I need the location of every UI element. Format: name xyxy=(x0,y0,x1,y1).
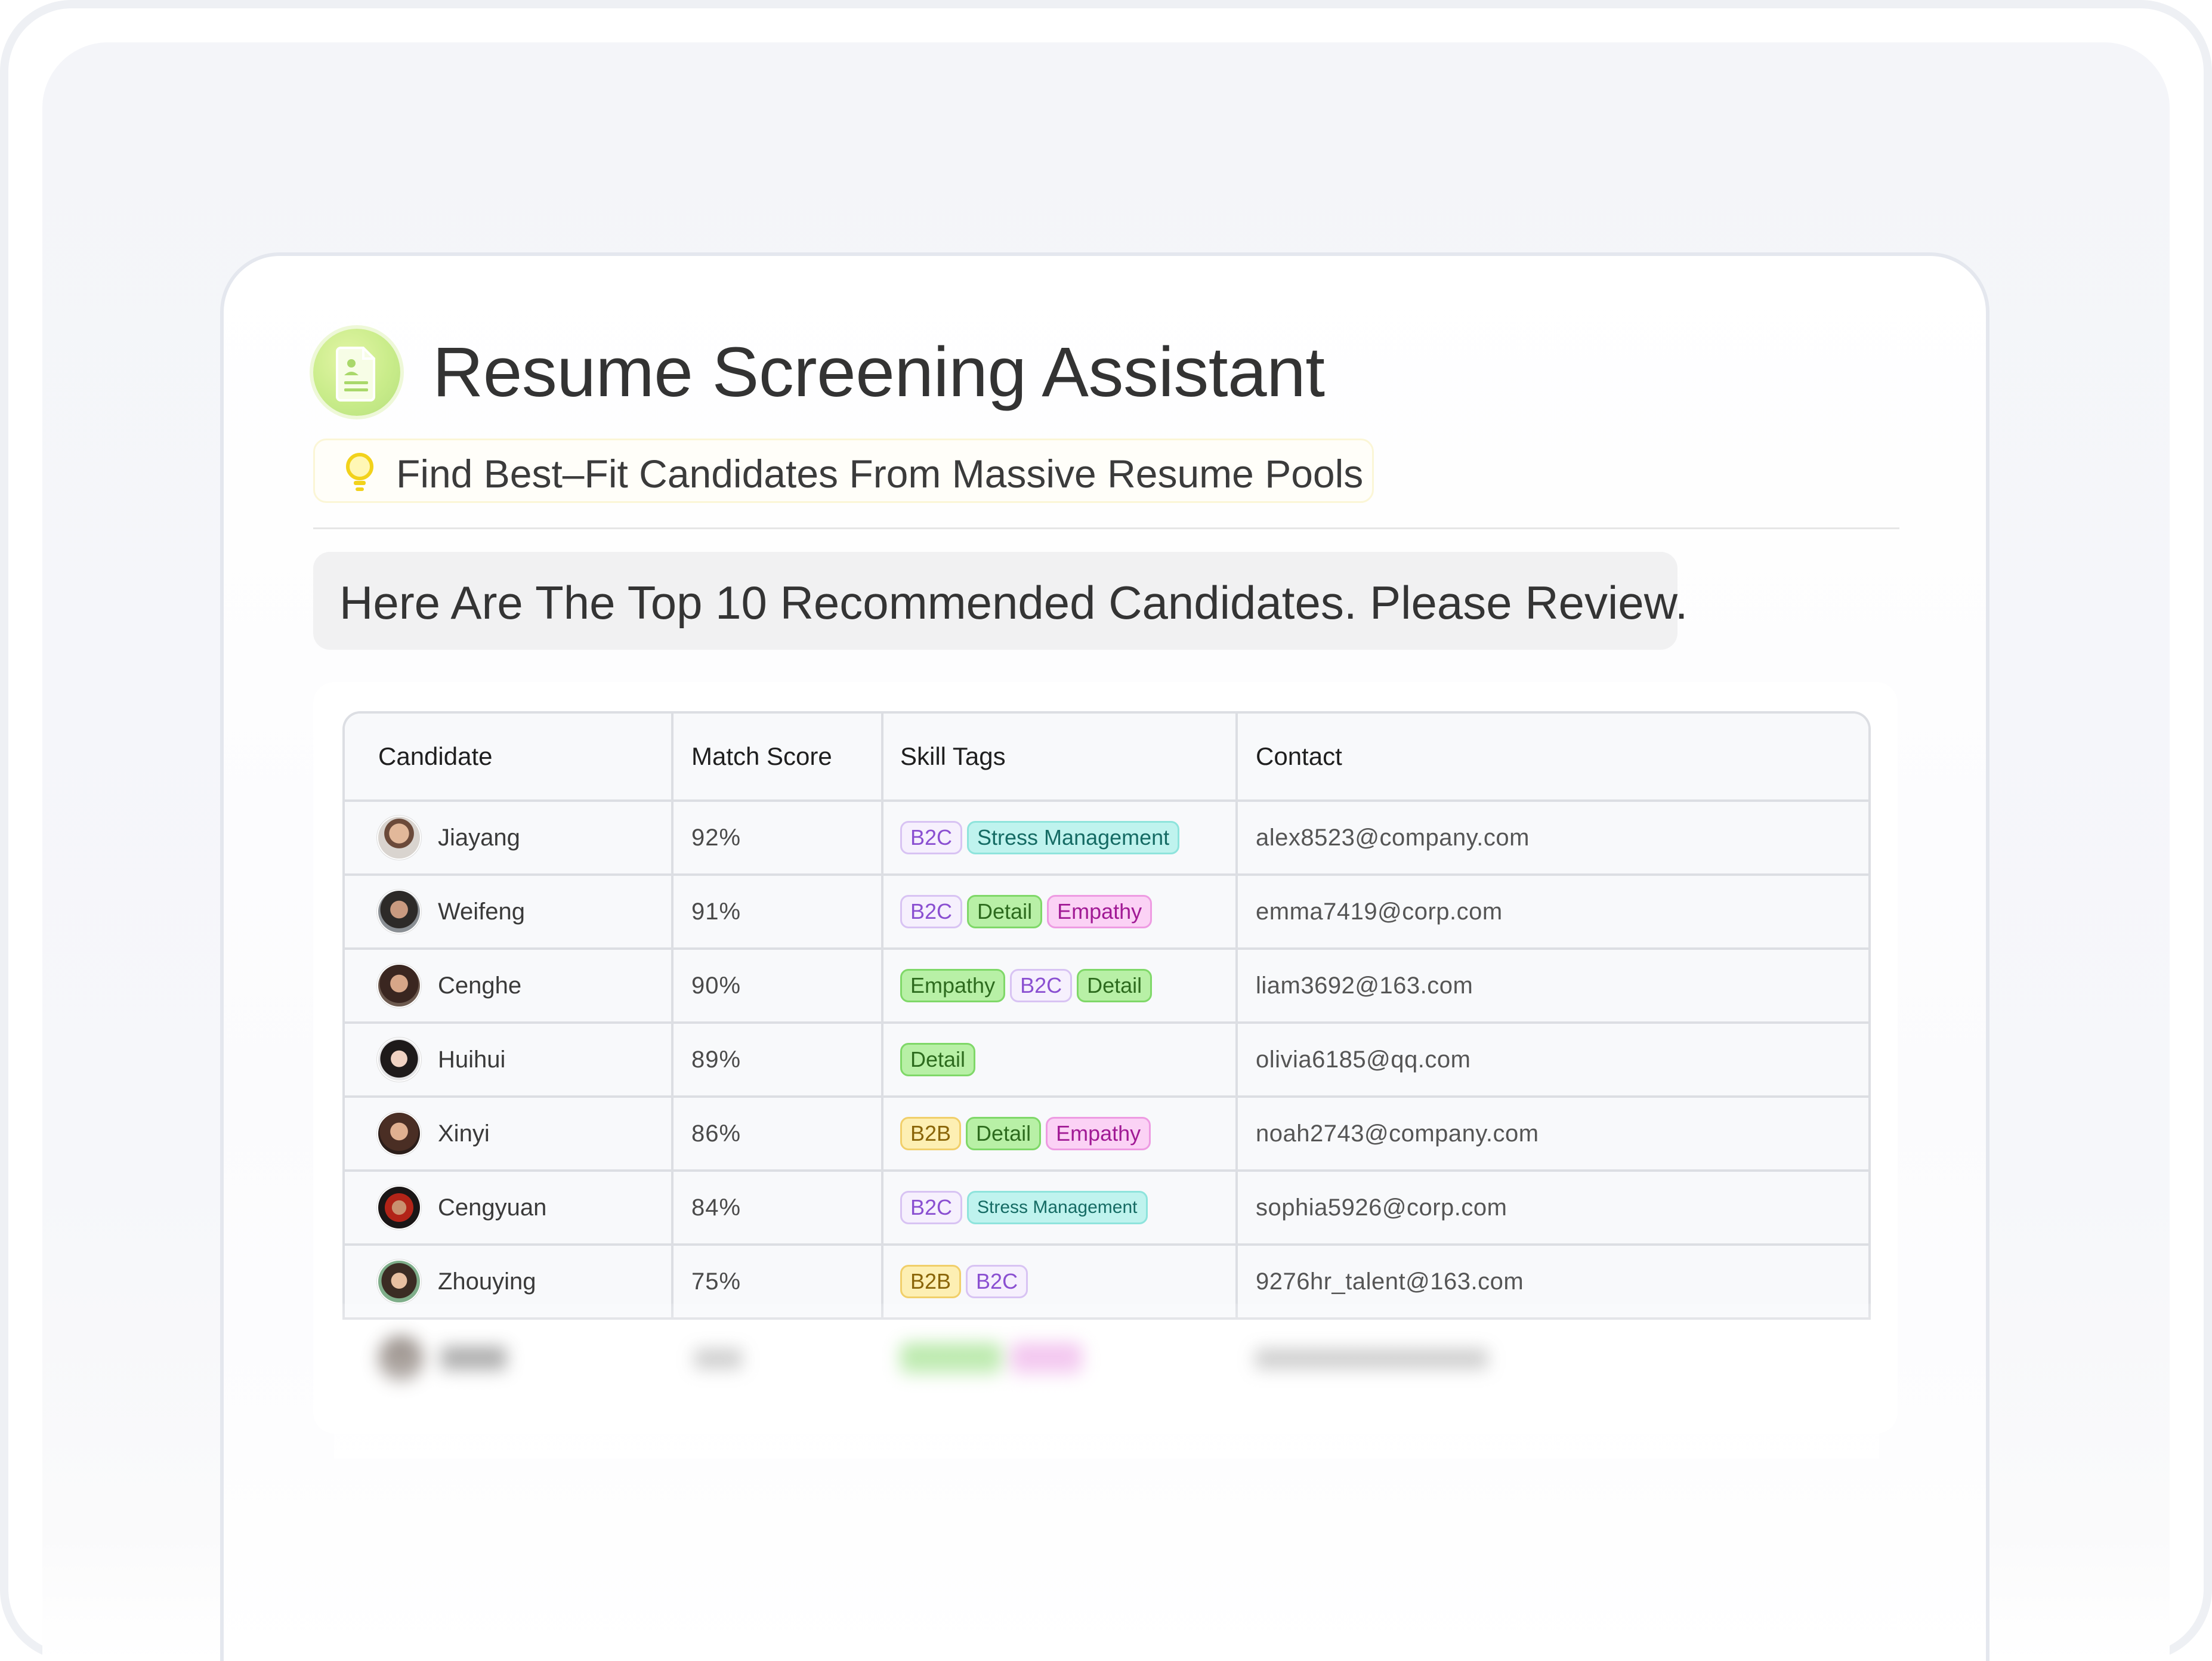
skill-tag: B2C xyxy=(900,821,963,854)
skill-tags: B2C Stress Management xyxy=(883,1172,1238,1243)
candidate-cell: Jiayang xyxy=(345,802,674,873)
avatar xyxy=(378,1113,420,1154)
avatar xyxy=(378,1039,420,1080)
skill-tag: B2C xyxy=(966,1265,1028,1298)
column-header-candidate[interactable]: Candidate xyxy=(345,714,674,799)
candidate-name[interactable]: Huihui xyxy=(438,1046,505,1073)
skill-tag: Detail xyxy=(1077,969,1153,1002)
candidate-name[interactable]: Zhouying xyxy=(438,1268,536,1295)
candidate-name[interactable]: Cengyuan xyxy=(438,1194,546,1221)
skill-tag: Detail xyxy=(900,1043,976,1076)
table-row[interactable]: Cenghe 90% Empathy B2C Detail liam3692@1… xyxy=(345,950,1868,1024)
candidate-cell: Xinyi xyxy=(345,1098,674,1169)
skill-tag: Empathy xyxy=(1046,1117,1151,1150)
lightbulb-icon xyxy=(340,451,379,494)
candidate-name[interactable]: Xinyi xyxy=(438,1120,490,1147)
contact-email[interactable]: olivia6185@qq.com xyxy=(1238,1024,1868,1095)
match-score: 91% xyxy=(674,876,883,947)
contact-email[interactable]: liam3692@163.com xyxy=(1238,950,1868,1021)
candidate-cell: Huihui xyxy=(345,1024,674,1095)
assistant-message-text: Here Are The Top 10 Recommended Candidat… xyxy=(339,576,1688,629)
contact-email[interactable]: noah2743@company.com xyxy=(1238,1098,1868,1169)
avatar xyxy=(378,1187,420,1228)
candidate-name[interactable]: Jiayang xyxy=(438,825,520,851)
skill-tags: Empathy B2C Detail xyxy=(883,950,1238,1021)
fade-overlay xyxy=(334,1304,1879,1459)
skill-tag: Stress Management xyxy=(967,1191,1148,1224)
skill-tags: Detail xyxy=(883,1024,1238,1095)
skill-tag: Stress Management xyxy=(967,821,1180,854)
candidate-cell: Cenghe xyxy=(345,950,674,1021)
skill-tag: B2C xyxy=(900,895,963,928)
avatar xyxy=(378,817,420,859)
table-row[interactable]: Weifeng 91% B2C Detail Empathy emma7419@… xyxy=(345,876,1868,950)
candidates-table: Candidate Match Score Skill Tags Contact… xyxy=(342,711,1871,1320)
skill-tag: B2C xyxy=(900,1191,963,1224)
match-score: 89% xyxy=(674,1024,883,1095)
skill-tag: Empathy xyxy=(900,969,1006,1002)
table-row[interactable]: Cengyuan 84% B2C Stress Management sophi… xyxy=(345,1172,1868,1246)
match-score: 90% xyxy=(674,950,883,1021)
divider xyxy=(313,527,1899,529)
subtitle-banner: Find Best–Fit Candidates From Massive Re… xyxy=(313,439,1374,503)
match-score: 92% xyxy=(674,802,883,873)
table-row[interactable]: Huihui 89% Detail olivia6185@qq.com xyxy=(345,1024,1868,1098)
avatar xyxy=(378,1261,420,1302)
skill-tag: Detail xyxy=(966,1117,1042,1150)
subtitle-text: Find Best–Fit Candidates From Massive Re… xyxy=(396,452,1364,496)
skill-tags: B2B Detail Empathy xyxy=(883,1098,1238,1169)
contact-email[interactable]: emma7419@corp.com xyxy=(1238,876,1868,947)
contact-email[interactable]: sophia5926@corp.com xyxy=(1238,1172,1868,1243)
skill-tag: Detail xyxy=(967,895,1043,928)
skill-tags: B2C Stress Management xyxy=(883,802,1238,873)
resume-document-icon xyxy=(313,329,400,416)
skill-tag: B2B xyxy=(900,1117,962,1150)
column-header-skill-tags[interactable]: Skill Tags xyxy=(883,714,1238,799)
avatar xyxy=(378,965,420,1007)
skill-tag: B2B xyxy=(900,1265,962,1298)
column-header-match-score[interactable]: Match Score xyxy=(674,714,883,799)
app-title: Resume Screening Assistant xyxy=(432,333,1325,412)
match-score: 86% xyxy=(674,1098,883,1169)
skill-tags: B2C Detail Empathy xyxy=(883,876,1238,947)
candidate-name[interactable]: Cenghe xyxy=(438,972,521,999)
candidate-name[interactable]: Weifeng xyxy=(438,899,525,925)
skill-tag: B2C xyxy=(1010,969,1073,1002)
table-row[interactable]: Jiayang 92% B2C Stress Management alex85… xyxy=(345,802,1868,876)
candidate-cell: Weifeng xyxy=(345,876,674,947)
assistant-message: Here Are The Top 10 Recommended Candidat… xyxy=(313,552,1688,650)
candidate-cell: Cengyuan xyxy=(345,1172,674,1243)
match-score: 84% xyxy=(674,1172,883,1243)
column-header-contact[interactable]: Contact xyxy=(1238,714,1868,799)
table-header-row: Candidate Match Score Skill Tags Contact xyxy=(345,714,1868,802)
contact-email[interactable]: alex8523@company.com xyxy=(1238,802,1868,873)
skill-tag: Empathy xyxy=(1047,895,1153,928)
avatar xyxy=(378,891,420,933)
table-row[interactable]: Xinyi 86% B2B Detail Empathy noah2743@co… xyxy=(345,1098,1868,1172)
